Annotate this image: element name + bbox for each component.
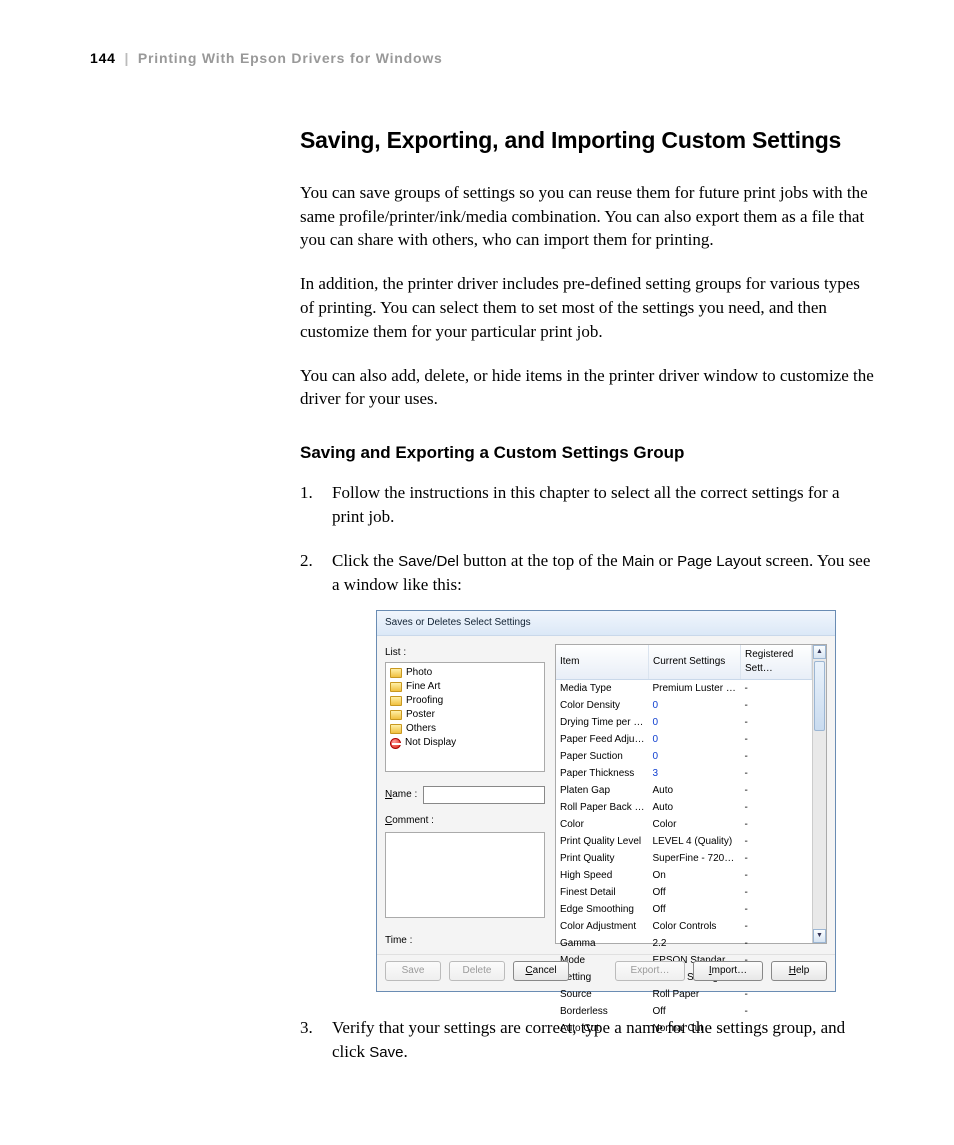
step-2: Click the Save/Del button at the top of …: [300, 549, 874, 993]
ui-term-save-del: Save/Del: [398, 553, 459, 570]
delete-button[interactable]: Delete: [449, 961, 505, 981]
list-item[interactable]: Poster: [390, 708, 540, 722]
list-item[interactable]: Others: [390, 722, 540, 736]
col-current[interactable]: Current Settings: [649, 645, 741, 680]
dialog-save-delete-settings: Saves or Deletes Select Settings List : …: [376, 610, 836, 992]
table-row[interactable]: Edge SmoothingOff-: [556, 901, 812, 918]
save-button[interactable]: Save: [385, 961, 441, 981]
table-row[interactable]: Color Density0-: [556, 697, 812, 714]
import-button[interactable]: Import…: [693, 961, 763, 981]
scroll-thumb[interactable]: [814, 661, 825, 731]
page-header: 144 | Printing With Epson Drivers for Wi…: [90, 50, 874, 66]
col-registered[interactable]: Registered Sett…: [741, 645, 812, 680]
export-button[interactable]: Export…: [615, 961, 685, 981]
table-row[interactable]: Print QualitySuperFine - 720…-: [556, 850, 812, 867]
col-item[interactable]: Item: [556, 645, 649, 680]
table-row[interactable]: Platen GapAuto-: [556, 782, 812, 799]
table-row[interactable]: High SpeedOn-: [556, 867, 812, 884]
comment-label: Comment :: [385, 814, 545, 828]
table-row[interactable]: Drying Time per …0-: [556, 714, 812, 731]
folder-icon: [390, 710, 402, 720]
folder-icon: [390, 682, 402, 692]
table-row[interactable]: Finest DetailOff-: [556, 884, 812, 901]
scroll-down-icon[interactable]: ▼: [813, 929, 826, 943]
time-label: Time :: [385, 934, 545, 948]
list-item[interactable]: Photo: [390, 666, 540, 680]
table-row[interactable]: Color AdjustmentColor Controls-: [556, 918, 812, 935]
preset-listbox[interactable]: Photo Fine Art Proofing Poster Others No…: [385, 662, 545, 772]
ui-term-main: Main: [622, 553, 655, 570]
intro-paragraph-1: You can save groups of settings so you c…: [300, 181, 874, 252]
folder-icon: [390, 724, 402, 734]
table-row[interactable]: Print Quality LevelLEVEL 4 (Quality)-: [556, 833, 812, 850]
ui-term-page-layout: Page Layout: [677, 553, 761, 570]
table-scrollbar[interactable]: ▲ ▼: [812, 645, 826, 943]
folder-icon: [390, 668, 402, 678]
table-row[interactable]: Gamma2.2-: [556, 935, 812, 952]
name-label: Name :: [385, 788, 417, 802]
table-row[interactable]: Roll Paper Back …Auto-: [556, 799, 812, 816]
intro-paragraph-2: In addition, the printer driver includes…: [300, 272, 874, 343]
step-3: Verify that your settings are correct, t…: [300, 1016, 874, 1064]
comment-textarea[interactable]: [385, 832, 545, 918]
intro-paragraph-3: You can also add, delete, or hide items …: [300, 364, 874, 412]
page-title: Saving, Exporting, and Importing Custom …: [300, 126, 874, 155]
section-name: Printing With Epson Drivers for Windows: [138, 50, 443, 66]
table-row[interactable]: Paper Feed Adju…0-: [556, 731, 812, 748]
scroll-up-icon[interactable]: ▲: [813, 645, 826, 659]
step-1: Follow the instructions in this chapter …: [300, 481, 874, 529]
table-row[interactable]: Paper Suction0-: [556, 748, 812, 765]
table-row[interactable]: Media TypePremium Luster …-: [556, 680, 812, 698]
page-number: 144: [90, 50, 116, 66]
settings-table-wrap: Item Current Settings Registered Sett… M…: [555, 644, 827, 944]
list-item[interactable]: Fine Art: [390, 680, 540, 694]
ui-term-save: Save: [369, 1044, 403, 1061]
not-display-icon: [390, 738, 401, 749]
table-row[interactable]: Paper Thickness3-: [556, 765, 812, 782]
help-button[interactable]: Help: [771, 961, 827, 981]
subheading: Saving and Exporting a Custom Settings G…: [300, 443, 874, 463]
table-row[interactable]: SourceRoll Paper-: [556, 986, 812, 1003]
cancel-button[interactable]: Cancel: [513, 961, 569, 981]
list-item[interactable]: Not Display: [390, 736, 540, 750]
table-row[interactable]: ColorColor-: [556, 816, 812, 833]
name-input[interactable]: [423, 786, 545, 804]
folder-icon: [390, 696, 402, 706]
header-separator: |: [124, 50, 129, 66]
list-item[interactable]: Proofing: [390, 694, 540, 708]
list-label: List :: [385, 646, 545, 660]
dialog-title: Saves or Deletes Select Settings: [377, 611, 835, 636]
steps-list: Follow the instructions in this chapter …: [300, 481, 874, 1064]
